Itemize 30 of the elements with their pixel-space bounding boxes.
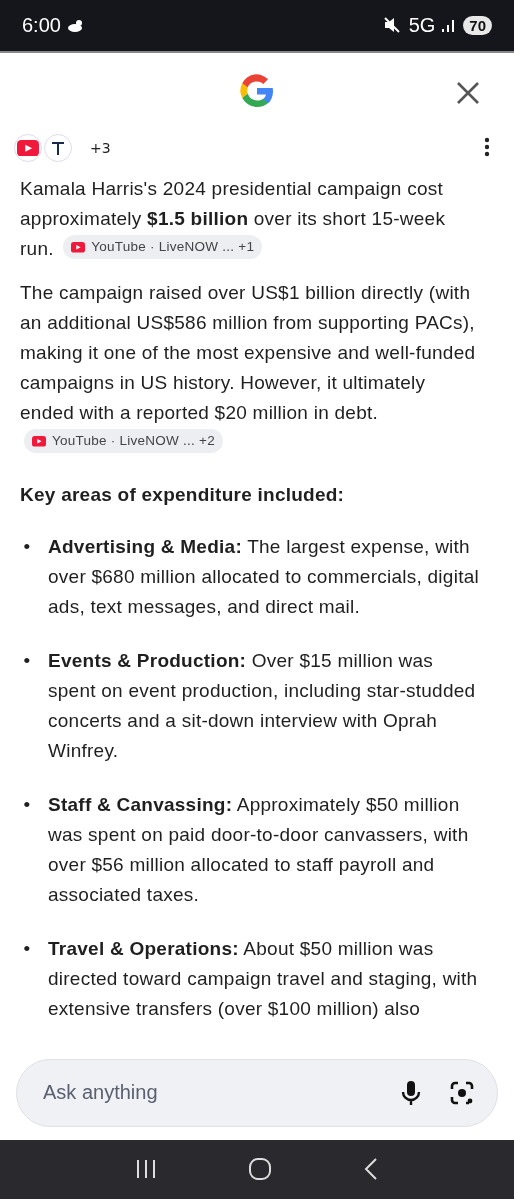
ask-input[interactable]: Ask anything (41, 1080, 373, 1106)
home-button[interactable] (248, 1157, 272, 1182)
source-favicon[interactable] (44, 134, 72, 163)
bullet-item: Travel & Operations: About $50 million was directed toward campaign travel and staging, with extensive transfers (over $100 million) also (48, 936, 479, 1021)
more-sources-count[interactable]: +3 (90, 140, 111, 157)
bullet-item: Staff & Canvassing: Approximately $50 million was spent on paid door-to-door canvassers, with over $56 million allocated to staff payroll and associated taxes. (48, 792, 470, 907)
back-button[interactable] (362, 1157, 379, 1182)
bullet-marker: • (22, 936, 32, 961)
recent-apps-button[interactable] (135, 1158, 158, 1181)
video-play-icon (71, 242, 86, 253)
video-play-icon (32, 436, 46, 447)
ask-field[interactable]: Ask anything (16, 1058, 498, 1127)
network-label: 5G (408, 13, 436, 37)
bullet-item: Events & Production: Over $15 million was spent on event production, including star-studded concerts and a sit-down interview with Oprah Winfrey. (48, 648, 477, 763)
letter-logo-icon (51, 140, 65, 157)
clock-time: 6:00 (22, 13, 61, 37)
weather-icon (66, 18, 85, 33)
source-chip[interactable]: YouTube · LiveNOW ... +1 (63, 235, 263, 260)
bullet-marker: • (22, 648, 32, 673)
bullet-marker: • (22, 534, 32, 559)
camera-lens-icon[interactable] (449, 1079, 475, 1106)
battery-level: 70 (463, 15, 492, 35)
section-heading: Key areas of expenditure included: (20, 482, 346, 507)
bullet-item: Advertising & Media: The largest expense, with over $680 million allocated to commercials, digital ads, text messages, and direct mail. (48, 534, 480, 619)
microphone-icon[interactable] (401, 1079, 421, 1106)
bullet-marker: • (22, 792, 32, 817)
video-play-icon (17, 139, 39, 157)
answer-paragraph: Kamala Harris's 2024 presidential campaign cost approximately $1.5 billion over its short 15-week run. YouTube · LiveNOW ... +1 (20, 176, 447, 262)
source-chip[interactable]: YouTube · LiveNOW ... +2 (24, 429, 223, 454)
answer-paragraph: The campaign raised over US$1 billion directly (with an additional US$586 million from supporting PACs), making it one of the most expensive and well-funded campaigns in US history. However, it ultimately ended with a reported $20 million in debt. YouTube · LiveNOW ... +2 (20, 277, 484, 458)
